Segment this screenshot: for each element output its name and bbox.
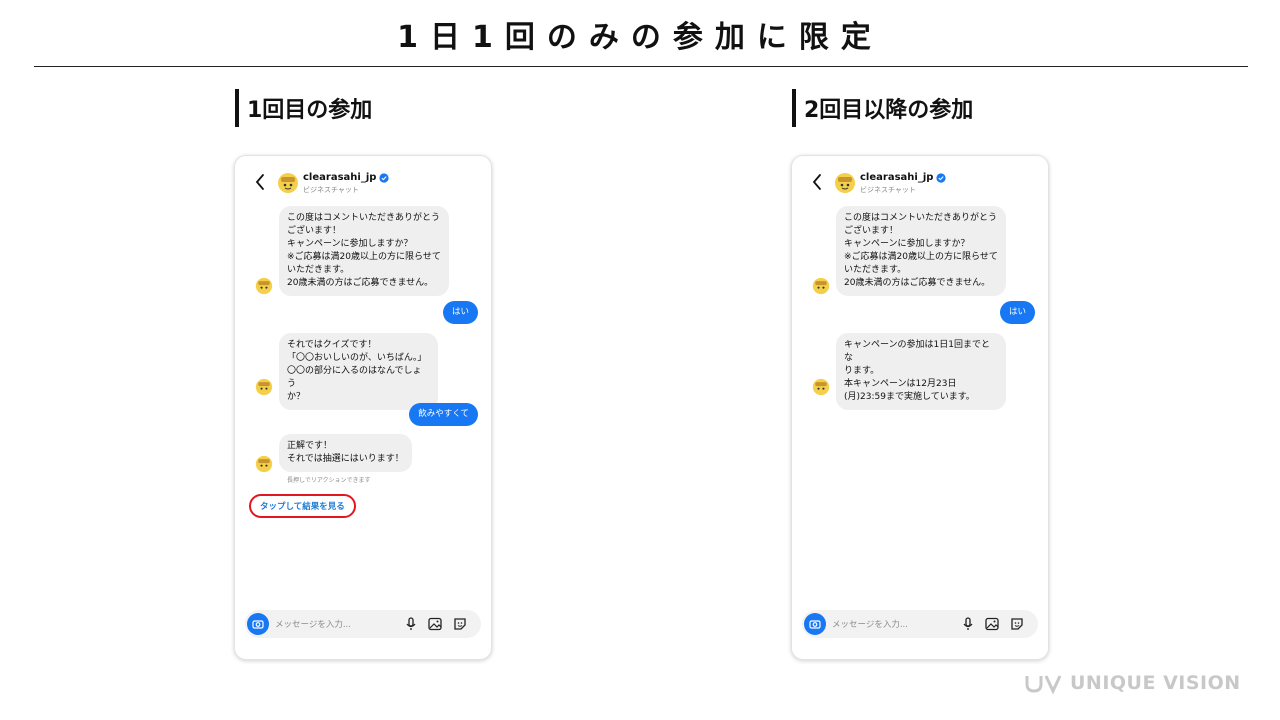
account-subtitle: ビジネスチャット xyxy=(303,186,359,194)
right-heading-text: 2回目以降の参加 xyxy=(804,98,974,123)
title-divider xyxy=(34,66,1248,67)
camera-icon xyxy=(252,620,264,629)
message-input-bar: メッセージを入力... xyxy=(245,610,481,638)
left-section-heading: 1回目の参加 xyxy=(235,89,373,127)
account-name-text: clearasahi_jp xyxy=(860,172,934,183)
incoming-message-bubble: この度はコメントいただきありがとう ございます！ キャンペーンに参加しますか？ … xyxy=(836,206,1006,296)
microphone-icon[interactable] xyxy=(403,616,419,632)
slide-title: 1日1回のみの参加に限定 xyxy=(397,20,883,55)
incoming-message-bubble: この度はコメントいただきありがとう ございます！ キャンペーンに参加しますか？ … xyxy=(279,206,449,296)
outgoing-message-bubble: 飲みやすくて xyxy=(409,403,478,426)
camera-button[interactable] xyxy=(247,613,269,635)
chevron-left-icon[interactable] xyxy=(810,172,824,192)
sender-avatar xyxy=(255,277,273,295)
verified-badge-icon xyxy=(379,172,390,183)
account-name[interactable]: clearasahi_jp xyxy=(303,172,390,183)
view-result-button[interactable]: タップして結果を見る xyxy=(249,494,356,518)
incoming-message-bubble: キャンペーンの参加は1日1回までとな ります。 本キャンペーンは12月23日 (… xyxy=(836,333,1006,410)
account-name[interactable]: clearasahi_jp xyxy=(860,172,947,183)
camera-icon xyxy=(809,620,821,629)
chevron-left-icon[interactable] xyxy=(253,172,267,192)
sender-avatar xyxy=(812,277,830,295)
message-input[interactable]: メッセージを入力... xyxy=(832,618,908,630)
reaction-hint: 長押しでリアクションできます xyxy=(287,477,371,484)
incoming-message-bubble: 正解です！ それでは抽選にはいります！ xyxy=(279,434,412,472)
sticker-icon[interactable] xyxy=(1009,616,1025,632)
image-icon[interactable] xyxy=(427,616,443,632)
outgoing-message-bubble: はい xyxy=(999,301,1035,324)
sticker-icon[interactable] xyxy=(452,616,468,632)
message-input[interactable]: メッセージを入力... xyxy=(275,618,351,630)
heading-bar xyxy=(235,89,239,127)
account-subtitle: ビジネスチャット xyxy=(860,186,916,194)
avatar[interactable] xyxy=(834,172,856,194)
unique-vision-logo-icon xyxy=(1025,675,1062,694)
verified-badge-icon xyxy=(936,172,947,183)
avatar[interactable] xyxy=(277,172,299,194)
chat-header: clearasahi_jp ビジネスチャット xyxy=(235,156,491,206)
company-logo: UNIQUE VISION xyxy=(1024,672,1241,694)
left-heading-text: 1回目の参加 xyxy=(247,98,373,123)
account-name-text: clearasahi_jp xyxy=(303,172,377,183)
sender-avatar xyxy=(255,455,273,473)
camera-button[interactable] xyxy=(804,613,826,635)
microphone-icon[interactable] xyxy=(960,616,976,632)
chat-header: clearasahi_jp ビジネスチャット xyxy=(792,156,1048,206)
image-icon[interactable] xyxy=(984,616,1000,632)
heading-bar xyxy=(792,89,796,127)
right-section-heading: 2回目以降の参加 xyxy=(792,89,974,127)
sender-avatar xyxy=(812,378,830,396)
outgoing-message-bubble: はい xyxy=(442,301,478,324)
right-phone-screenshot: clearasahi_jp ビジネスチャット この度はコメントいただきありがとう… xyxy=(791,155,1049,660)
logo-text: UNIQUE VISION xyxy=(1070,672,1241,694)
incoming-message-bubble: それではクイズです！ 「〇〇おいしいのが、いちばん。」 〇〇の部分に入るのはなん… xyxy=(279,333,438,410)
message-input-bar: メッセージを入力... xyxy=(802,610,1038,638)
left-phone-screenshot: clearasahi_jp ビジネスチャット この度はコメントいただきありがとう… xyxy=(234,155,492,660)
sender-avatar xyxy=(255,378,273,396)
